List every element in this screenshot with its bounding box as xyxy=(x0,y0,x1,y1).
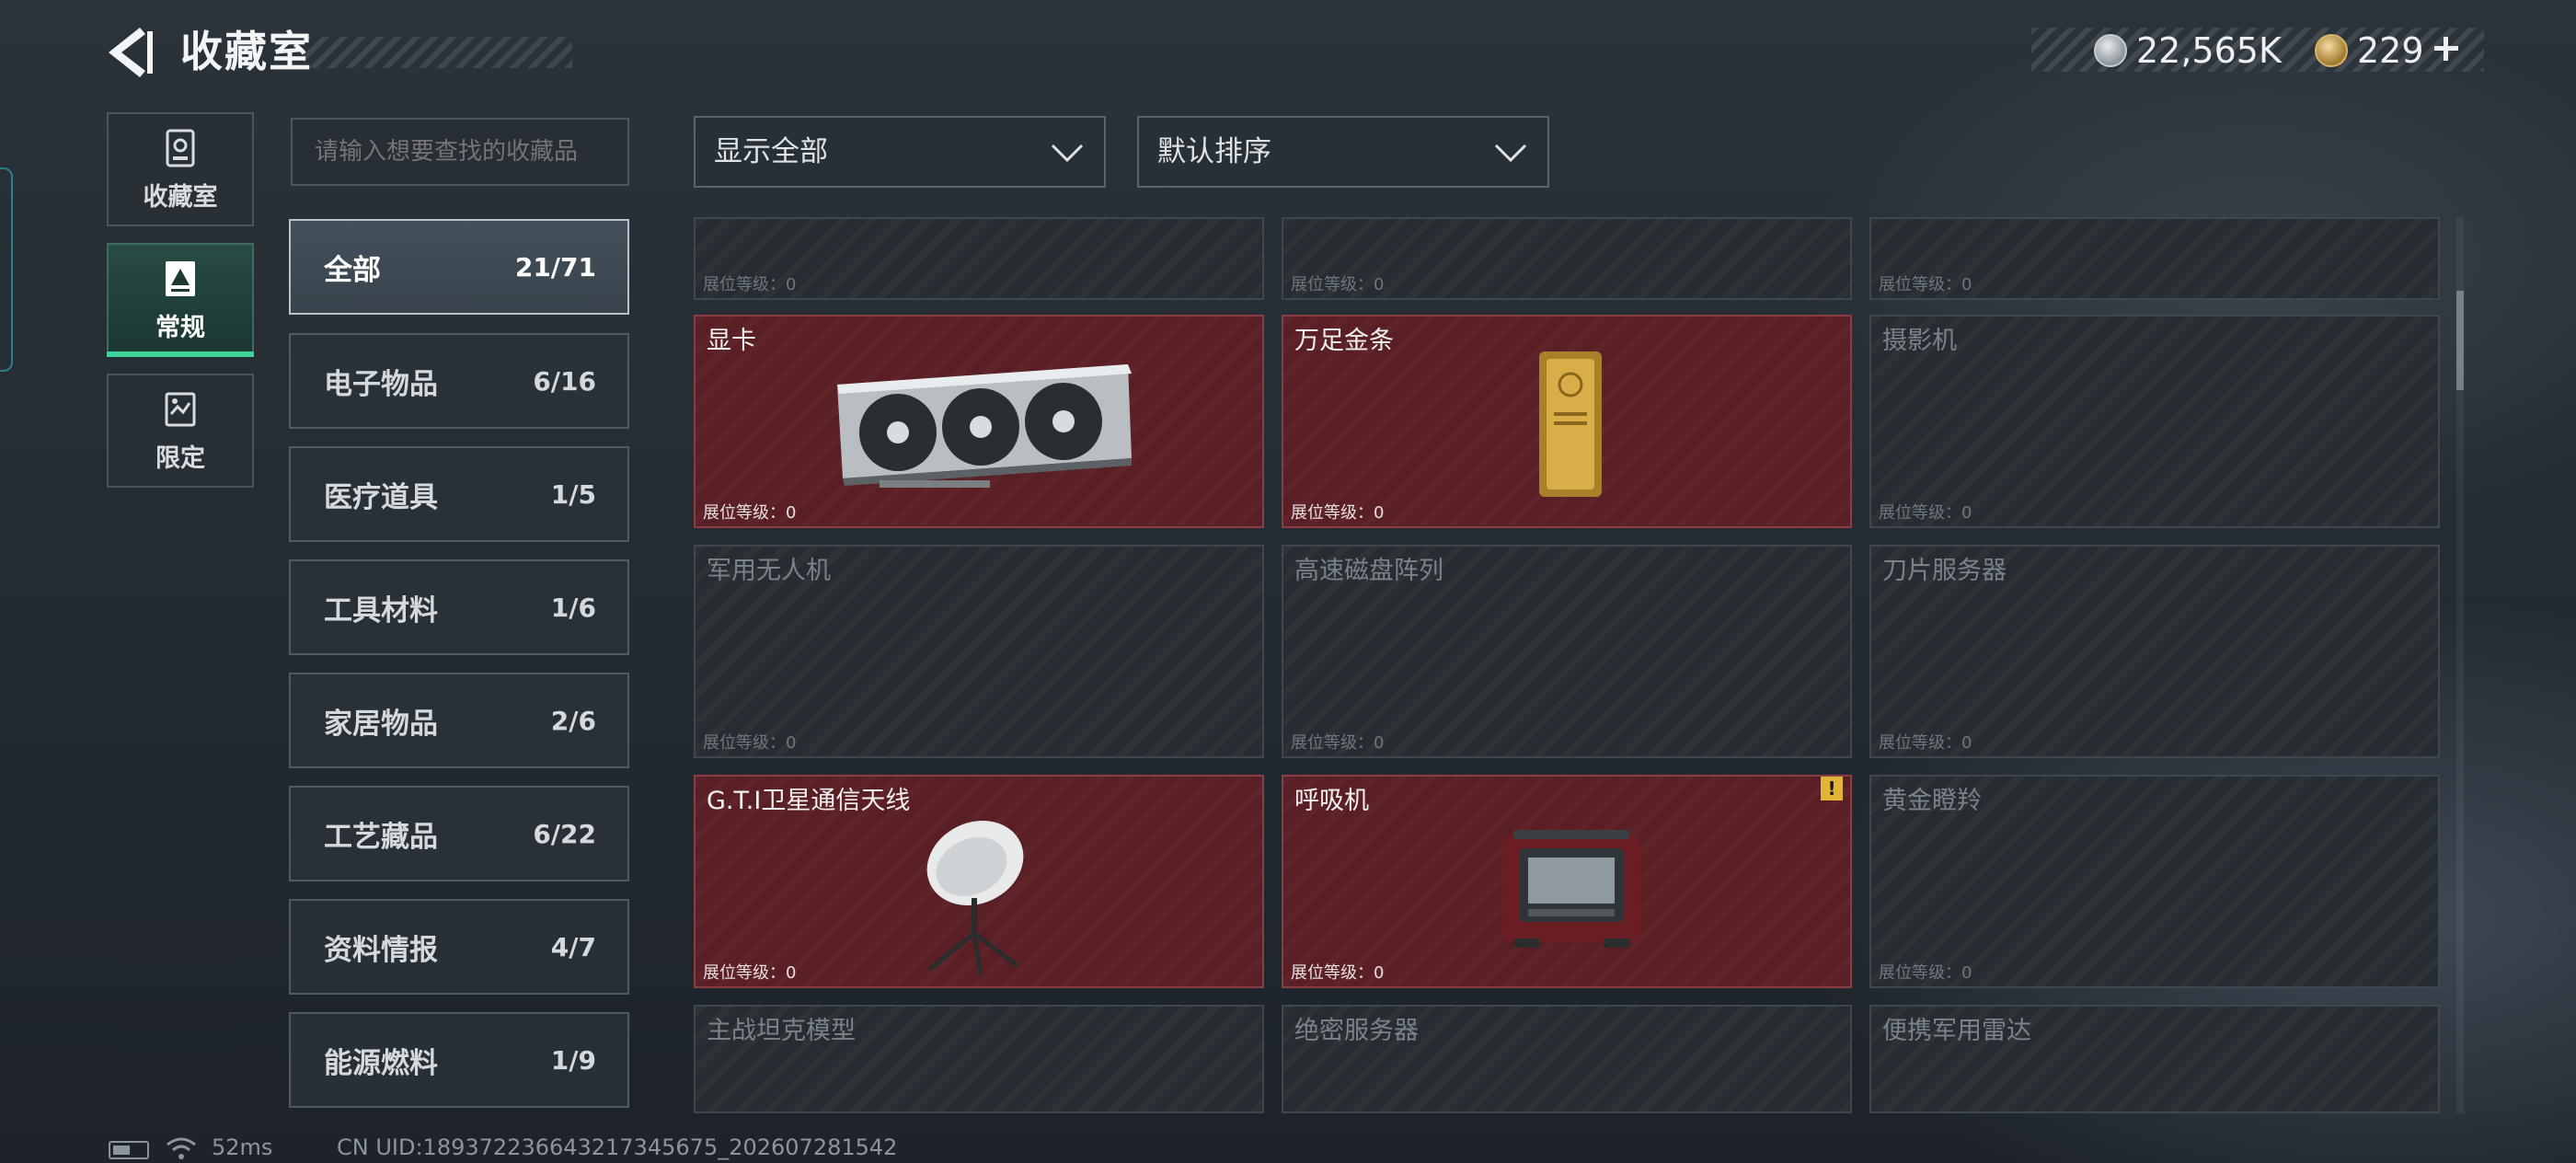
display-level: 展位等级：0 xyxy=(1291,503,1385,523)
display-filter-value: 显示全部 xyxy=(714,135,828,168)
category-name: 家居物品 xyxy=(324,707,438,741)
collection-slot-tank-model[interactable]: 主战坦克模型 xyxy=(694,1005,1264,1113)
display-level: 展位等级：0 xyxy=(703,503,797,523)
gold-currency-amount: 229 xyxy=(2357,30,2424,71)
gold-bar-image xyxy=(1539,351,1602,497)
collection-slot[interactable]: 展位等级：0 xyxy=(1869,217,2440,300)
tab-limited[interactable]: 限定 xyxy=(107,374,254,488)
category-count: 2/6 xyxy=(550,705,596,736)
category-name: 能源燃料 xyxy=(324,1046,438,1080)
ventilator-image xyxy=(1502,830,1640,948)
category-count: 6/22 xyxy=(533,818,596,849)
display-filter-dropdown[interactable]: 显示全部 xyxy=(694,116,1106,188)
display-level: 展位等级：0 xyxy=(703,275,797,294)
collection-slot-blade-server[interactable]: 刀片服务器 展位等级：0 xyxy=(1869,545,2440,758)
title-decoration xyxy=(304,37,572,68)
category-count: 6/16 xyxy=(533,365,596,397)
battery-icon xyxy=(109,1141,149,1159)
category-household[interactable]: 家居物品 2/6 xyxy=(289,673,629,768)
warning-badge-icon: ! xyxy=(1821,777,1843,800)
wifi-icon xyxy=(167,1137,196,1159)
category-count: 21/71 xyxy=(514,251,596,282)
satellite-antenna-image xyxy=(926,821,1024,976)
collection-slot-gold-gazelle[interactable]: 黄金瞪羚 展位等级：0 xyxy=(1869,775,2440,988)
silver-currency-amount: 22,565K xyxy=(2136,30,2282,71)
display-level: 展位等级：0 xyxy=(1291,733,1385,753)
collection-slot-gold-bar[interactable]: 万足金条 展位等级：0 xyxy=(1282,315,1852,528)
collection-slot-satellite-antenna[interactable]: G.T.I卫星通信天线 展位等级：0 xyxy=(694,775,1264,988)
category-name: 医疗道具 xyxy=(324,480,438,514)
category-name: 工艺藏品 xyxy=(324,820,438,854)
page-title: 收藏室 xyxy=(180,27,313,76)
display-level: 展位等级：0 xyxy=(1879,733,1972,753)
collection-slot[interactable]: 展位等级：0 xyxy=(1282,217,1852,300)
item-name: 摄影机 xyxy=(1882,327,1957,355)
collection-slot-ventilator[interactable]: 呼吸机 ! 展位等级：0 xyxy=(1282,775,1852,988)
add-currency-icon[interactable] xyxy=(2432,35,2460,63)
sort-dropdown[interactable]: 默认排序 xyxy=(1137,116,1549,188)
display-level: 展位等级：0 xyxy=(703,733,797,753)
grid-scrollbar-thumb[interactable] xyxy=(2456,291,2464,390)
item-name: 主战坦克模型 xyxy=(707,1017,856,1045)
display-level: 展位等级：0 xyxy=(1291,275,1385,294)
category-medical[interactable]: 医疗道具 1/5 xyxy=(289,446,629,542)
tab-regular-label: 常规 xyxy=(155,313,205,342)
item-name: 黄金瞪羚 xyxy=(1882,787,1982,815)
tab-collection-room[interactable]: 收藏室 xyxy=(107,112,254,226)
category-fuel[interactable]: 能源燃料 1/9 xyxy=(289,1012,629,1108)
item-name: 高速磁盘阵列 xyxy=(1294,557,1443,585)
item-name: G.T.I卫星通信天线 xyxy=(707,787,911,815)
tab-collection-room-label: 收藏室 xyxy=(143,182,218,212)
category-count: 1/6 xyxy=(550,592,596,623)
sort-value: 默认排序 xyxy=(1157,135,1271,168)
category-count: 4/7 xyxy=(550,931,596,962)
side-drawer-handle[interactable] xyxy=(0,167,13,372)
item-name: 便携军用雷达 xyxy=(1882,1017,2031,1045)
category-name: 电子物品 xyxy=(324,367,438,401)
category-intel[interactable]: 资料情报 4/7 xyxy=(289,899,629,995)
category-count: 1/5 xyxy=(550,478,596,510)
back-arrow-icon[interactable] xyxy=(103,26,155,79)
display-level: 展位等级：0 xyxy=(1291,963,1385,983)
category-name: 资料情报 xyxy=(324,933,438,967)
active-tab-indicator xyxy=(107,351,254,357)
collection-slot[interactable]: 展位等级：0 xyxy=(694,217,1264,300)
collection-slot-camera[interactable]: 摄影机 展位等级：0 xyxy=(1869,315,2440,528)
silver-coin-icon xyxy=(2094,34,2127,67)
display-level: 展位等级：0 xyxy=(1879,963,1972,983)
regular-icon xyxy=(166,260,195,296)
collection-slot-disk-array[interactable]: 高速磁盘阵列 展位等级：0 xyxy=(1282,545,1852,758)
item-name: 显卡 xyxy=(707,327,756,355)
item-name: 军用无人机 xyxy=(707,557,831,585)
limited-icon xyxy=(165,392,196,426)
collection-slot-secret-server[interactable]: 绝密服务器 xyxy=(1282,1005,1852,1113)
collection-icon xyxy=(166,129,195,167)
graphics-card-image xyxy=(837,364,1132,488)
category-count: 1/9 xyxy=(550,1044,596,1076)
display-level: 展位等级：0 xyxy=(1879,503,1972,523)
tab-limited-label: 限定 xyxy=(155,443,205,473)
category-name: 全部 xyxy=(324,253,381,287)
category-electronics[interactable]: 电子物品 6/16 xyxy=(289,333,629,429)
category-name: 工具材料 xyxy=(324,593,438,628)
display-level: 展位等级：0 xyxy=(1879,275,1972,294)
gold-coin-icon xyxy=(2315,34,2348,67)
category-tools[interactable]: 工具材料 1/6 xyxy=(289,559,629,655)
collection-slot-graphics-card[interactable]: 显卡 展位等级：0 xyxy=(694,315,1264,528)
category-crafts[interactable]: 工艺藏品 6/22 xyxy=(289,786,629,881)
chevron-down-icon xyxy=(1494,144,1527,163)
item-name: 呼吸机 xyxy=(1294,787,1369,815)
collection-slot-portable-radar[interactable]: 便携军用雷达 xyxy=(1869,1005,2440,1113)
network-ping: 52ms xyxy=(212,1134,273,1160)
item-name: 绝密服务器 xyxy=(1294,1017,1419,1045)
collection-slot-military-drone[interactable]: 军用无人机 展位等级：0 xyxy=(694,545,1264,758)
chevron-down-icon xyxy=(1051,144,1084,163)
collection-search-input[interactable] xyxy=(291,118,629,186)
tab-regular[interactable]: 常规 xyxy=(107,243,254,357)
item-name: 刀片服务器 xyxy=(1882,557,2007,585)
item-name: 万足金条 xyxy=(1294,327,1394,355)
user-uid: CN UID:18937223664321734567​5_2026072815… xyxy=(337,1134,898,1160)
display-level: 展位等级：0 xyxy=(703,963,797,983)
category-all[interactable]: 全部 21/71 xyxy=(289,219,629,315)
